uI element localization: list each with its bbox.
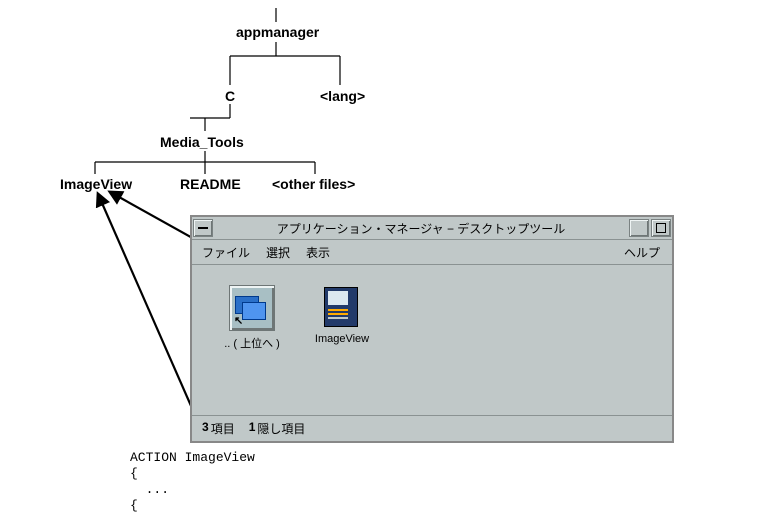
action-code-line2: { [130,466,138,481]
folder-up-icon: ↖ [229,285,275,331]
window-minimize-button[interactable] [629,219,649,237]
titlebar[interactable]: アプリケーション・マネージャ − デスクトップツール [192,217,672,240]
menu-file[interactable]: ファイル [202,244,250,261]
tree-node-readme: README [180,176,241,192]
window-maximize-button[interactable] [651,219,671,237]
menu-help[interactable]: ヘルプ [624,244,660,261]
menu-view[interactable]: 表示 [306,244,330,261]
status-count-hidden: 1 [249,420,256,437]
tree-node-imageview: ImageView [60,176,132,192]
app-manager-window: アプリケーション・マネージャ − デスクトップツール ファイル 選択 表示 ヘル… [190,215,674,443]
imageview-app-icon [320,285,364,329]
window-title: アプリケーション・マネージャ − デスクトップツール [214,220,628,237]
icon-area: ↖ .. ( 上位へ ) ImageView [192,265,672,415]
action-code-line1: ACTION ImageView [130,450,255,465]
menu-select[interactable]: 選択 [266,244,290,261]
status-count-items: 3 [202,420,209,437]
statusbar: 3 項目 1 隠し項目 [192,415,672,441]
icon-label-up: .. ( 上位へ ) [212,335,292,351]
menubar: ファイル 選択 表示 ヘルプ [192,240,672,265]
status-label-hidden: 隠し項目 [257,420,305,437]
action-code-line4: { [130,498,138,513]
tree-node-otherfiles: <other files> [272,176,355,192]
status-label-items: 項目 [211,420,235,437]
icon-label-imageview: ImageView [302,333,382,345]
window-menu-button[interactable] [193,219,213,237]
up-folder-item[interactable]: ↖ .. ( 上位へ ) [212,285,292,351]
tree-node-c: C [225,88,235,104]
action-code-line3: ... [130,482,169,497]
tree-node-lang: <lang> [320,88,365,104]
imageview-item[interactable]: ImageView [302,285,382,345]
tree-node-appmanager: appmanager [236,24,319,40]
tree-node-mediatools: Media_Tools [160,134,244,150]
